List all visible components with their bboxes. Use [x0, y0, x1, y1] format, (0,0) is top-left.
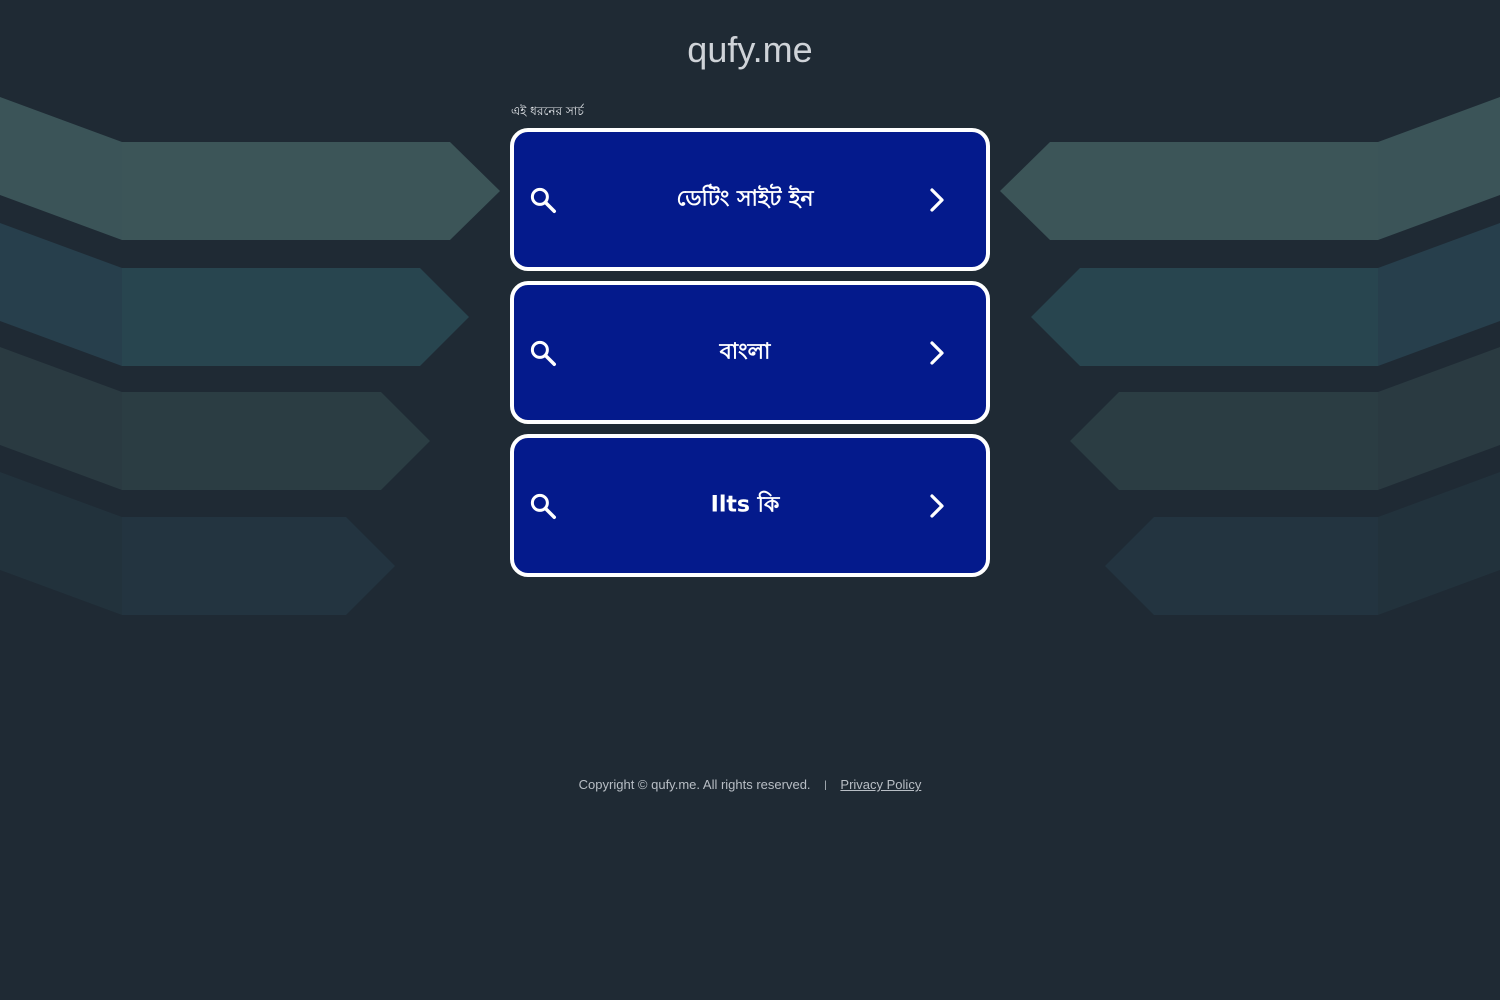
search-result-label: ডেটিং সাইট ইন	[676, 186, 814, 211]
domain-title: qufy.me	[687, 29, 813, 70]
search-result-button[interactable]: বাংলা	[510, 281, 990, 424]
left-wing-3	[0, 347, 122, 490]
chevron-right-icon	[930, 493, 944, 518]
left-arrow-4	[122, 517, 395, 615]
related-search-list: ডেটিং সাইট ইন বাংলা Ilts কি	[510, 128, 990, 587]
related-searches-label: এই ধরনের সার্চ	[511, 104, 584, 118]
right-arrow-1	[1000, 142, 1378, 240]
right-wing-1	[1378, 97, 1500, 240]
copyright-text: Copyright © qufy.me. All rights reserved…	[578, 777, 811, 792]
right-arrow-2	[1031, 268, 1378, 366]
parked-domain-page: qufy.me এই ধরনের সার্চ ডেটিং সাইট ইন বাং…	[0, 0, 1500, 1000]
right-wing-4	[1378, 472, 1500, 615]
footer: Copyright © qufy.me. All rights reserved…	[0, 777, 1500, 792]
search-result-label: Ilts কি	[710, 492, 780, 517]
search-result-button[interactable]: Ilts কি	[510, 434, 990, 577]
search-result-label: বাংলা	[719, 339, 771, 364]
privacy-policy-link[interactable]: Privacy Policy	[840, 777, 921, 792]
left-wing-2	[0, 223, 122, 366]
chevron-right-icon	[930, 340, 944, 365]
right-arrow-4	[1105, 517, 1378, 615]
left-arrow-1	[122, 142, 500, 240]
right-wing-3	[1378, 347, 1500, 490]
right-wing-2	[1378, 223, 1500, 366]
left-arrow-3	[122, 392, 430, 490]
right-arrow-3	[1070, 392, 1378, 490]
chevron-right-icon	[930, 187, 944, 212]
left-arrow-2	[122, 268, 469, 366]
left-wing-1	[0, 97, 122, 240]
left-wing-4	[0, 472, 122, 615]
search-result-button[interactable]: ডেটিং সাইট ইন	[510, 128, 990, 271]
footer-separator: |	[824, 780, 827, 791]
